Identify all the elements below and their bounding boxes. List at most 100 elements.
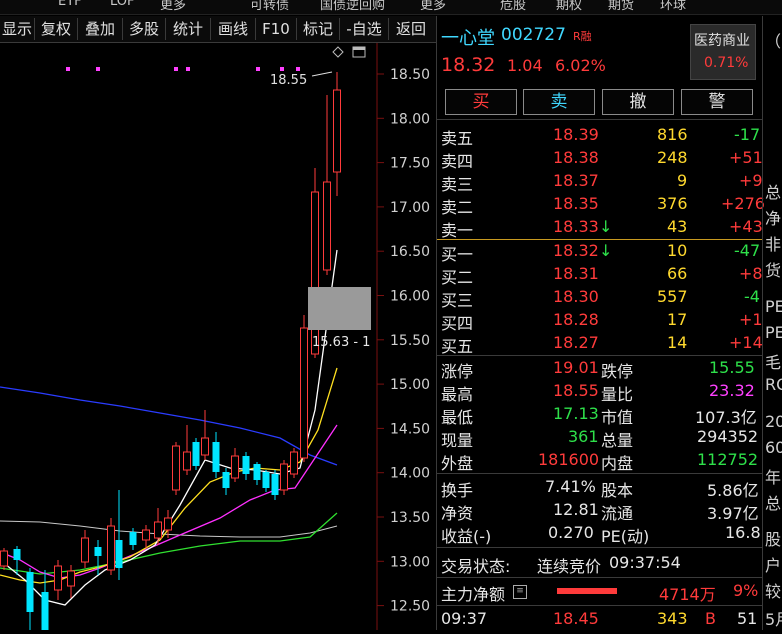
toolbar-watchlist-button[interactable]: -自选 xyxy=(340,18,389,40)
menu-more-2[interactable]: 更多 xyxy=(420,0,446,13)
candle-body xyxy=(222,472,230,488)
stat-label: PE(动) xyxy=(601,527,650,546)
stat-value: 12.81 xyxy=(553,500,599,519)
toolbar-back-button[interactable]: 返回 xyxy=(389,18,433,40)
level-change: -4 xyxy=(744,287,760,306)
level-price: 18.39 xyxy=(553,125,599,144)
candle-body xyxy=(280,463,288,491)
marker-dot xyxy=(174,67,178,71)
sell-button[interactable]: 卖 xyxy=(523,89,595,115)
margin-tag: R融 xyxy=(573,30,592,43)
alert-button[interactable]: 警 xyxy=(681,89,753,115)
level-change: +1 xyxy=(739,310,763,329)
list-icon[interactable]: ≡ xyxy=(513,585,527,599)
y-tick-label: 17.00 xyxy=(390,200,430,216)
toolbar-adjust-button[interactable]: 复权 xyxy=(35,18,78,40)
toolbar-mark-button[interactable]: 标记 xyxy=(297,18,340,40)
toolbar-overlay-button[interactable]: 叠加 xyxy=(78,18,123,40)
buy-row-5[interactable]: 买五 18.27 14 +14 xyxy=(437,331,763,356)
candle-body xyxy=(54,565,62,591)
candle-body xyxy=(242,456,250,474)
level-volume: 557 xyxy=(657,287,688,306)
industry-name: 医药商业 xyxy=(694,33,750,49)
candle xyxy=(172,442,180,495)
stat-value: 15.55 xyxy=(709,358,755,377)
y-tick-label: 13.50 xyxy=(390,510,430,526)
sell-row-1[interactable]: 卖一 18.33 ↓ 43 +43 xyxy=(437,215,763,240)
menu-options[interactable]: 期权 xyxy=(556,0,582,13)
menu-lof[interactable]: LOF xyxy=(110,0,135,9)
stat-value: 16.8 xyxy=(725,523,761,542)
candle-body xyxy=(164,517,172,531)
sell-row-2[interactable]: 卖二 18.35 376 +276 xyxy=(437,192,765,217)
sell-row-3[interactable]: 卖三 18.37 9 +9 xyxy=(437,169,763,194)
level-volume: 376 xyxy=(657,194,688,213)
menu-more-1[interactable]: 更多 xyxy=(160,0,186,13)
buy-button[interactable]: 买 xyxy=(445,89,517,115)
stock-code: 002727 xyxy=(501,25,566,45)
y-tick-label: 16.00 xyxy=(390,289,430,305)
candle-body xyxy=(107,525,115,571)
sell-row-4[interactable]: 卖四 18.38 248 +51 xyxy=(437,146,763,171)
separator xyxy=(437,547,762,548)
candle-body xyxy=(192,442,200,466)
level-change: -17 xyxy=(734,125,761,144)
level-price: 18.33 xyxy=(553,217,599,236)
marker-dot xyxy=(66,67,70,71)
side-text: 5月 xyxy=(765,610,782,629)
stat-row: 净资 12.81 流通 3.97亿 xyxy=(437,498,762,523)
menu-risk[interactable]: 危股 xyxy=(500,0,526,13)
side-text: 毛 xyxy=(765,353,782,372)
menu-convertible[interactable]: 可转债 xyxy=(250,0,289,13)
buy-row-3[interactable]: 买三 18.30 557 -4 xyxy=(437,285,762,310)
industry-pct: 0.71% xyxy=(704,55,749,71)
crosshair-rect xyxy=(308,287,371,330)
stat-value: 19.01 xyxy=(553,358,599,377)
menu-futures[interactable]: 期货 xyxy=(608,0,634,13)
side-text: 股 xyxy=(765,530,782,549)
toolbar-stats-button[interactable]: 统计 xyxy=(166,18,211,40)
main-flow-pct: 9% xyxy=(733,581,759,600)
menu-global[interactable]: 环球 xyxy=(660,0,686,13)
candle-body xyxy=(129,532,137,545)
candle-body xyxy=(142,529,150,541)
tick-row: 09:37 18.45 343 B 51 xyxy=(437,607,762,630)
y-tick-label: 14.50 xyxy=(390,421,430,437)
toolbar-draw-button[interactable]: 画线 xyxy=(211,18,256,40)
candle-body xyxy=(271,474,279,495)
kline-chart[interactable]: 18.50 18.00 17.50 17.00 16.50 16.00 15.50 15.00… xyxy=(0,43,436,630)
sell-row-5[interactable]: 卖五 18.39 816 -17 xyxy=(437,123,762,148)
separator xyxy=(437,605,762,606)
quote-panel: 一心堂 002727 R融 18.32 1.04 6.02% 医药商业 0.71… xyxy=(436,16,765,630)
level-volume: 10 xyxy=(667,241,688,260)
candle xyxy=(107,518,115,575)
menu-repo[interactable]: 国债逆回购 xyxy=(320,0,385,13)
toolbar-multi-button[interactable]: 多股 xyxy=(123,18,166,40)
toolbar-f10-button[interactable]: F10 xyxy=(256,18,297,40)
side-text: PE xyxy=(765,297,782,316)
toolbar-display-button[interactable]: 显示 xyxy=(0,18,35,40)
side-text: 非 xyxy=(765,235,782,254)
buy-row-1[interactable]: 买一 18.32 ↓ 10 -47 xyxy=(437,239,762,264)
level-price: 18.31 xyxy=(553,264,599,283)
stat-row: 最低 17.13 市值 107.3亿 xyxy=(437,402,762,427)
level-price: 18.27 xyxy=(553,333,599,352)
menu-etf[interactable]: ETF xyxy=(58,0,82,9)
cancel-button[interactable]: 撤 xyxy=(602,89,674,115)
stat-value: 17.13 xyxy=(553,404,599,423)
candle xyxy=(290,448,298,478)
level-change: +8 xyxy=(739,264,763,283)
chart-toolbar: 显示 复权 叠加 多股 统计 画线 F10 标记 -自选 返回 xyxy=(0,16,436,43)
main-flow-row[interactable]: 主力净额 ≡ 4714万 9% xyxy=(437,579,762,604)
level-price: 18.38 xyxy=(553,148,599,167)
level-label: 卖一 xyxy=(441,221,474,240)
stat-label: 内盘 xyxy=(601,454,634,473)
candle xyxy=(280,460,288,495)
stat-value: 7.41% xyxy=(545,477,596,496)
tick-count: 51 xyxy=(737,609,758,628)
candle-body xyxy=(26,572,34,612)
buy-row-2[interactable]: 买二 18.31 66 +8 xyxy=(437,262,763,287)
candle-body xyxy=(231,455,239,479)
industry-box[interactable]: 医药商业 0.71% xyxy=(690,24,756,80)
buy-row-4[interactable]: 买四 18.28 17 +1 xyxy=(437,308,763,333)
